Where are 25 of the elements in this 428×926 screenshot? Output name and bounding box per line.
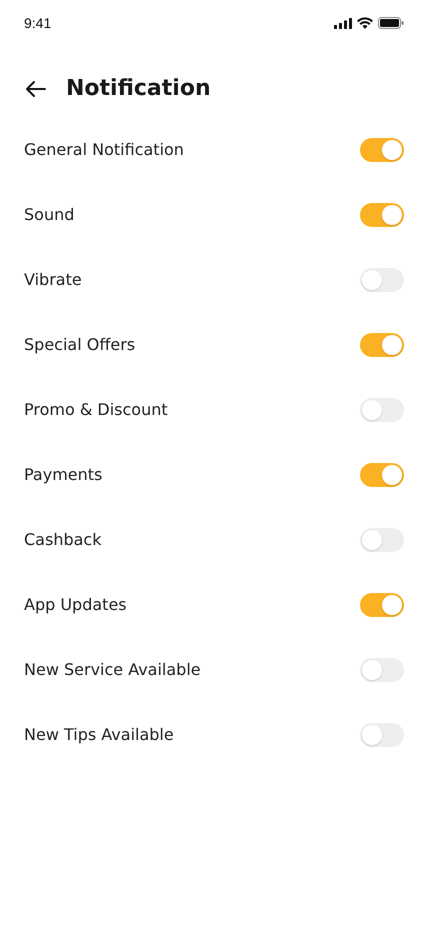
toggle-switch[interactable] [360,462,404,486]
toggle-switch[interactable] [360,138,404,162]
setting-label: New Service Available [24,660,201,679]
toggle-switch[interactable] [360,592,404,616]
toggle-switch[interactable] [360,658,404,682]
wifi-icon [357,17,373,29]
setting-label: Promo & Discount [24,400,168,419]
setting-label: Special Offers [24,335,136,354]
battery-icon [378,17,404,29]
setting-label: Payments [24,465,102,484]
setting-label: General Notification [24,140,184,159]
setting-label: Sound [24,205,74,224]
toggle-switch[interactable] [360,398,404,422]
signal-icon [334,18,352,28]
setting-label: Vibrate [24,270,82,289]
toggle-switch[interactable] [360,332,404,356]
toggle-switch[interactable] [360,202,404,226]
setting-label: App Updates [24,595,127,614]
toggle-switch[interactable] [360,722,404,746]
setting-label: Cashback [24,530,102,549]
toggle-switch[interactable] [360,528,404,552]
status-time: 9:41 [24,15,52,31]
page-title: Notification [66,76,211,101]
setting-label: New Tips Available [24,725,174,744]
toggle-switch[interactable] [360,268,404,292]
